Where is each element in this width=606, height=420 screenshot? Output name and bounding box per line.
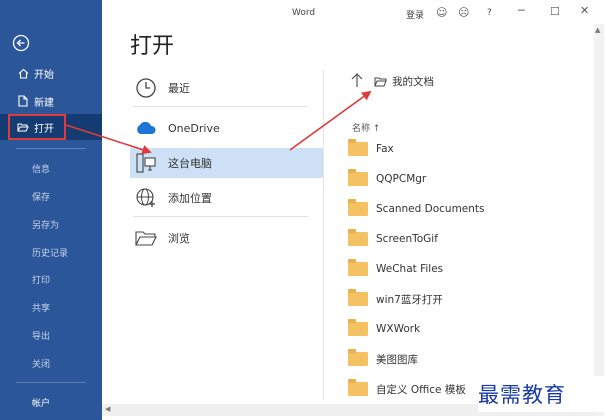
- watermark-text: 最需教育: [478, 376, 604, 412]
- arrow-to-documents: [289, 90, 372, 151]
- annotation-arrows: [65, 90, 372, 155]
- word-backstage-window: Word 登录 ☺ ☹ ? ─ ☐ ✕ 开始 新建 打开 信息 保存 另存为 历…: [0, 0, 606, 420]
- arrow-to-this-pc: [65, 124, 152, 155]
